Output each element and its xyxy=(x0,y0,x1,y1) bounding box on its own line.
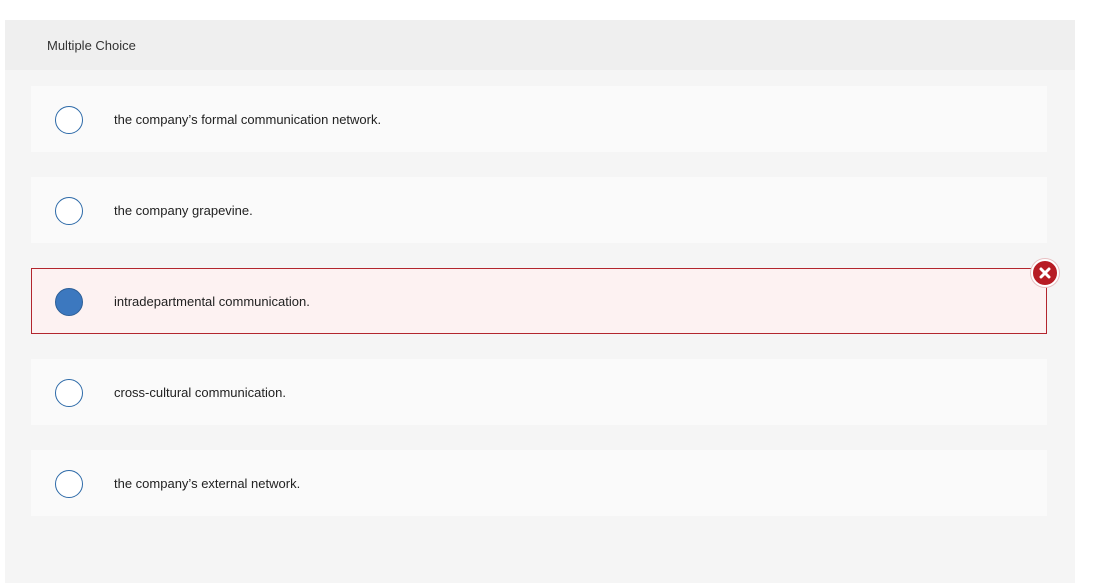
radio-button[interactable] xyxy=(55,106,83,134)
answer-option-2[interactable]: the company grapevine. xyxy=(31,177,1047,243)
answer-option-text: intradepartmental communication. xyxy=(114,294,310,309)
answer-option-text: cross-cultural communication. xyxy=(114,385,286,400)
question-panel: Multiple Choice the company’s formal com… xyxy=(5,20,1075,583)
question-type-label: Multiple Choice xyxy=(47,38,136,53)
radio-button-selected[interactable] xyxy=(55,288,83,316)
incorrect-feedback-icon xyxy=(1031,259,1059,287)
answer-option-text: the company’s formal communication netwo… xyxy=(114,112,382,127)
answer-option-3-selected-incorrect[interactable]: intradepartmental communication. xyxy=(31,268,1047,334)
close-icon xyxy=(1039,267,1051,279)
answer-option-5[interactable]: the company’s external network. xyxy=(31,450,1047,516)
answer-option-1[interactable]: the company’s formal communication netwo… xyxy=(31,86,1047,152)
radio-button[interactable] xyxy=(55,379,83,407)
radio-button[interactable] xyxy=(55,197,83,225)
radio-button[interactable] xyxy=(55,470,83,498)
answer-option-text: the company’s external network. xyxy=(114,476,301,491)
answer-option-text: the company grapevine. xyxy=(114,203,253,218)
question-header: Multiple Choice xyxy=(5,20,1075,70)
answer-option-4[interactable]: cross-cultural communication. xyxy=(31,359,1047,425)
